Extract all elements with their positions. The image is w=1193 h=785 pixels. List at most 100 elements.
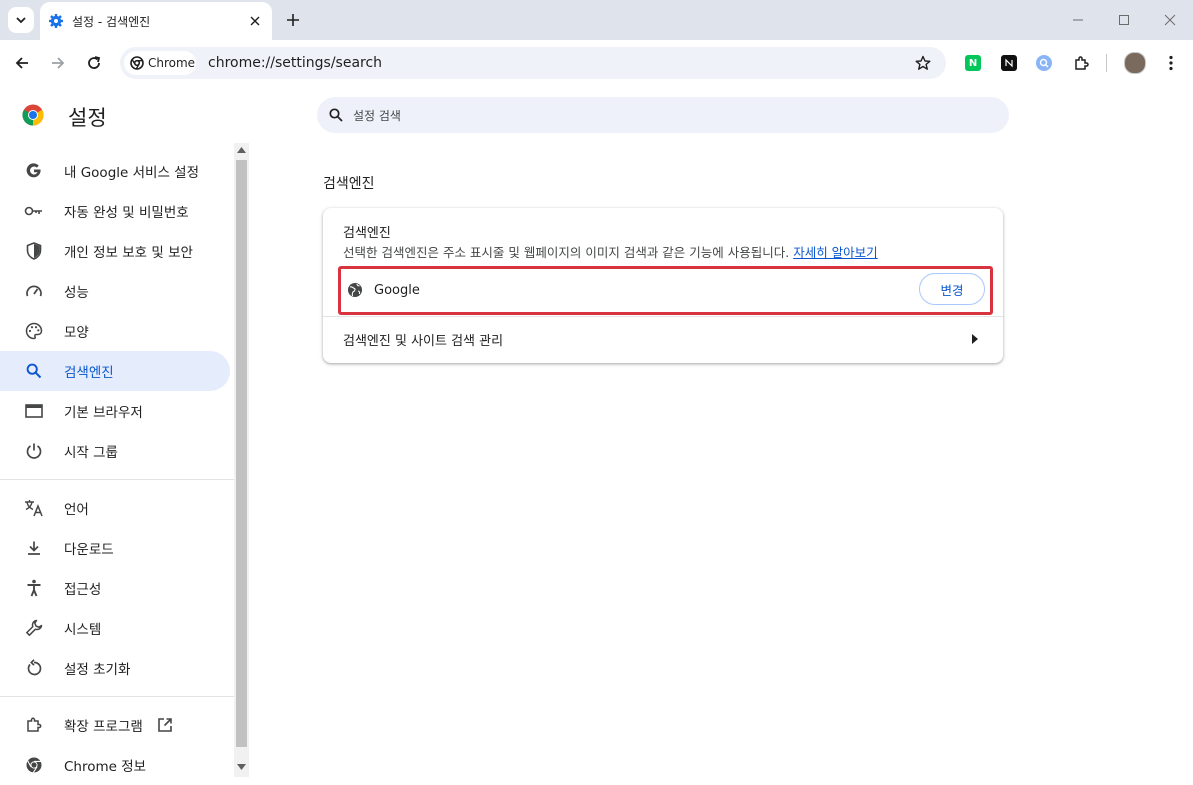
reload-button[interactable]	[81, 50, 107, 76]
sidebar-item-label: 설정 초기화	[64, 662, 131, 678]
card-title: 검색엔진	[343, 226, 391, 241]
sidebar-item-accessibility[interactable]: 접근성	[0, 568, 230, 608]
gear-icon	[49, 14, 63, 28]
translate-icon	[24, 498, 44, 518]
kebab-menu-icon	[1169, 55, 1173, 71]
description-text: 선택한 검색엔진은 주소 표시줄 및 웹페이지의 이미지 검색과 같은 기능에 …	[343, 245, 790, 260]
download-icon	[24, 538, 44, 558]
site-info-chip[interactable]: Chrome	[124, 51, 196, 75]
sidebar-item-label: 개인 정보 보호 및 보안	[64, 245, 193, 261]
palette-icon	[24, 321, 44, 341]
sidebar-divider	[0, 696, 234, 697]
sidebar-item-label: 접근성	[64, 582, 102, 598]
search-input[interactable]	[351, 97, 995, 135]
puzzle-icon	[24, 715, 44, 735]
chrome-icon	[24, 755, 44, 775]
url-text[interactable]: chrome://settings/search	[208, 55, 382, 71]
sidebar-item-label: 성능	[64, 285, 89, 301]
active-tab[interactable]: 설정 - 검색엔진	[40, 2, 272, 40]
browser-window-icon	[24, 401, 44, 421]
maximize-icon	[1119, 15, 1129, 25]
sidebar-item-reset[interactable]: 설정 초기화	[0, 648, 230, 688]
chevron-down-icon	[16, 17, 26, 24]
tab-close-button[interactable]	[246, 12, 264, 30]
section-title: 검색엔진	[323, 176, 375, 192]
sidebar: 내 Google 서비스 설정 자동 완성 및 비밀번호 개인 정보 보호 및 …	[0, 150, 234, 777]
sidebar-item-label: 기본 브라우저	[64, 405, 143, 421]
minimize-icon	[1073, 19, 1083, 21]
selected-engine-name: Google	[374, 283, 420, 298]
sidebar-item-label: 검색엔진	[64, 365, 114, 381]
sidebar-item-system[interactable]: 시스템	[0, 608, 230, 648]
toolbar: Chrome chrome://settings/search N	[0, 40, 1193, 86]
plus-icon	[287, 14, 299, 26]
key-icon	[24, 201, 44, 221]
sidebar-item-default-browser[interactable]: 기본 브라우저	[0, 391, 230, 431]
page-title: 설정	[68, 106, 107, 130]
sidebar-item-label: 다운로드	[64, 542, 114, 558]
sidebar-item-label: 시작 그룹	[64, 445, 118, 461]
accessibility-icon	[24, 578, 44, 598]
scroll-down-arrow-icon[interactable]	[237, 764, 246, 770]
sidebar-item-performance[interactable]: 성능	[0, 271, 230, 311]
card-separator	[323, 316, 1003, 317]
search-icon	[24, 361, 44, 381]
sidebar-item-languages[interactable]: 언어	[0, 488, 230, 528]
menu-button[interactable]	[1158, 50, 1184, 76]
sidebar-item-appearance[interactable]: 모양	[0, 311, 230, 351]
puzzle-icon[interactable]	[1073, 55, 1089, 71]
minimize-button[interactable]	[1066, 8, 1090, 32]
sidebar-item-google-services[interactable]: 내 Google 서비스 설정	[0, 151, 230, 191]
card-description: 선택한 검색엔진은 주소 표시줄 및 웹페이지의 이미지 검색과 같은 기능에 …	[343, 242, 878, 261]
sidebar-item-extensions[interactable]: 확장 프로그램	[0, 705, 230, 745]
tab-title: 설정 - 검색엔진	[72, 15, 151, 29]
search-icon	[329, 108, 343, 122]
google-g-icon	[24, 161, 44, 181]
sidebar-item-privacy[interactable]: 개인 정보 보호 및 보안	[0, 231, 230, 271]
learn-more-link[interactable]: 자세히 알아보기	[793, 245, 877, 260]
scroll-up-arrow-icon[interactable]	[237, 147, 246, 153]
new-tab-button[interactable]	[282, 9, 304, 31]
forward-button[interactable]	[45, 50, 71, 76]
sidebar-item-label: Chrome 정보	[64, 759, 147, 775]
address-bar[interactable]: Chrome chrome://settings/search	[120, 47, 946, 79]
sidebar-item-label: 자동 완성 및 비밀번호	[64, 205, 189, 221]
arrow-right-icon[interactable]	[971, 334, 979, 344]
close-icon	[250, 16, 260, 26]
search-ext-icon[interactable]	[1036, 55, 1052, 71]
reset-icon	[24, 658, 44, 678]
tab-search-button[interactable]	[8, 7, 34, 33]
globe-icon	[348, 283, 362, 297]
manage-search-engines-link[interactable]: 검색엔진 및 사이트 검색 관리	[343, 330, 503, 349]
sidebar-item-label: 시스템	[64, 622, 102, 638]
tab-strip: 설정 - 검색엔진	[0, 0, 1193, 40]
notion-icon[interactable]	[1001, 55, 1017, 71]
search-engine-row: Google 변경	[338, 266, 993, 315]
sidebar-divider	[0, 479, 234, 480]
speedometer-icon	[24, 281, 44, 301]
sidebar-item-downloads[interactable]: 다운로드	[0, 528, 230, 568]
power-icon	[24, 441, 44, 461]
sidebar-item-autofill[interactable]: 자동 완성 및 비밀번호	[0, 191, 230, 231]
sidebar-item-label: 내 Google 서비스 설정	[64, 165, 199, 181]
back-button[interactable]	[9, 50, 35, 76]
sidebar-item-label: 확장 프로그램	[64, 719, 143, 735]
arrow-left-icon	[15, 57, 28, 69]
sidebar-item-search-engine[interactable]: 검색엔진	[0, 351, 230, 391]
site-chip-label: Chrome	[148, 56, 196, 70]
search-engine-card: 검색엔진 선택한 검색엔진은 주소 표시줄 및 웹페이지의 이미지 검색과 같은…	[323, 208, 1003, 363]
close-icon	[1164, 14, 1176, 26]
sidebar-item-about-chrome[interactable]: Chrome 정보	[0, 745, 230, 785]
avatar[interactable]	[1124, 52, 1146, 74]
toolbar-divider	[1106, 54, 1107, 72]
window-close-button[interactable]	[1158, 8, 1182, 32]
bookmark-button[interactable]	[912, 52, 934, 74]
sidebar-item-on-startup[interactable]: 시작 그룹	[0, 431, 230, 471]
naver-icon[interactable]: N	[965, 55, 981, 71]
sidebar-scroll-thumb[interactable]	[236, 160, 247, 747]
change-button[interactable]: 변경	[919, 273, 985, 305]
settings-search[interactable]	[317, 97, 1009, 135]
maximize-button[interactable]	[1112, 8, 1136, 32]
sidebar-item-label: 모양	[64, 325, 89, 341]
chrome-icon	[130, 56, 144, 70]
